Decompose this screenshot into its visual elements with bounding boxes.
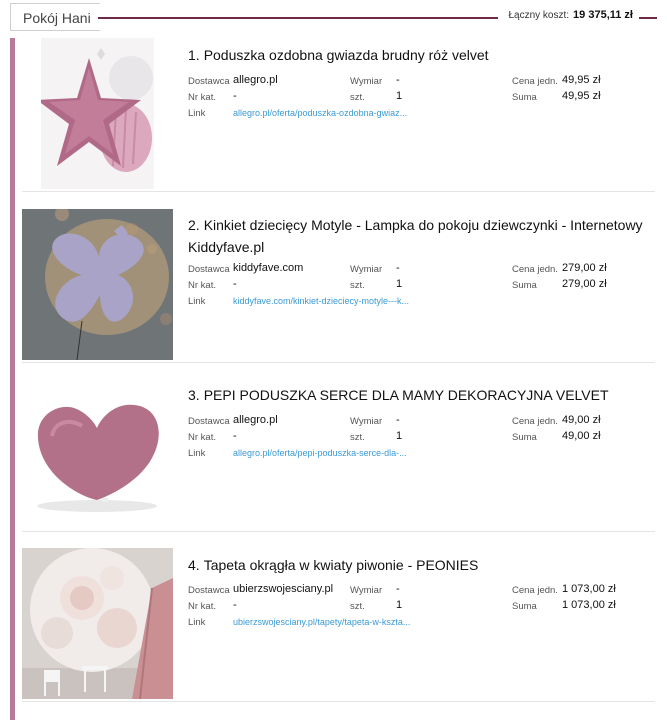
catalog-value: - xyxy=(233,430,237,442)
link-label: Link xyxy=(188,617,206,628)
qty-value: 1 xyxy=(396,599,403,611)
qty-label: szt. xyxy=(350,92,365,103)
sum-label: Suma xyxy=(512,92,537,103)
qty-label: szt. xyxy=(350,432,365,443)
product-link[interactable]: allegro.pl/oferta/poduszka-ozdobna-gwiaz… xyxy=(233,108,407,118)
product-link[interactable]: allegro.pl/oferta/pepi-poduszka-serce-dl… xyxy=(233,448,407,458)
catalog-label: Nr kat. xyxy=(188,92,216,103)
dimension-label: Wymiar xyxy=(350,264,383,275)
supplier-value: allegro.pl xyxy=(233,414,278,426)
unit-price-value: 49,95 zł xyxy=(562,74,601,86)
product-link[interactable]: ubierzswojesciany.pl/tapety/tapeta-w-ksz… xyxy=(233,617,410,627)
sum-value: 49,00 zł xyxy=(562,430,601,442)
list-item: 4. Tapeta okrągła w kwiaty piwonie - PEON… xyxy=(22,548,655,702)
dimension-value: - xyxy=(396,74,400,86)
link-label: Link xyxy=(188,448,206,459)
unit-price-label: Cena jedn. xyxy=(512,585,558,596)
list-item: 3. PEPI PODUSZKA SERCE DLA MAMY DEKORACYJ… xyxy=(22,378,655,532)
dimension-label: Wymiar xyxy=(350,416,383,427)
dimension-value: - xyxy=(396,262,400,274)
supplier-value: allegro.pl xyxy=(233,74,278,86)
dimension-label: Wymiar xyxy=(350,585,383,596)
product-image xyxy=(41,38,154,189)
catalog-label: Nr kat. xyxy=(188,601,216,612)
qty-value: 1 xyxy=(396,278,403,290)
sum-value: 279,00 zł xyxy=(562,278,607,290)
qty-label: szt. xyxy=(350,280,365,291)
section-tab: Pokój Hani xyxy=(10,3,100,31)
product-image xyxy=(22,378,173,529)
dimension-value: - xyxy=(396,414,400,426)
supplier-label: Dostawca xyxy=(188,585,230,596)
link-label: Link xyxy=(188,108,206,119)
supplier-label: Dostawca xyxy=(188,416,230,427)
product-image xyxy=(22,209,173,360)
product-image xyxy=(22,548,173,699)
sum-label: Suma xyxy=(512,432,537,443)
section-header: Pokój Hani Łączny koszt: 19 375,11 zł xyxy=(10,3,657,31)
list-item: 1. Poduszka ozdobna gwiazda brudny róż ve… xyxy=(22,38,655,192)
qty-value: 1 xyxy=(396,90,403,102)
total-cost-value: 19 375,11 zł xyxy=(573,9,633,21)
item-title: 4. Tapeta okrągła w kwiaty piwonie - PEON… xyxy=(188,557,479,573)
list-item: 2. Kinkiet dziecięcy Motyle - Lampka do p… xyxy=(22,209,655,363)
qty-value: 1 xyxy=(396,430,403,442)
sum-value: 1 073,00 zł xyxy=(562,599,616,611)
unit-price-value: 279,00 zł xyxy=(562,262,607,274)
unit-price-label: Cena jedn. xyxy=(512,264,558,275)
sum-label: Suma xyxy=(512,280,537,291)
supplier-label: Dostawca xyxy=(188,76,230,87)
unit-price-value: 1 073,00 zł xyxy=(562,583,616,595)
catalog-value: - xyxy=(233,599,237,611)
link-label: Link xyxy=(188,296,206,307)
supplier-value: ubierzswojesciany.pl xyxy=(233,583,334,595)
supplier-label: Dostawca xyxy=(188,264,230,275)
item-title: 3. PEPI PODUSZKA SERCE DLA MAMY DEKORACYJ… xyxy=(188,387,609,403)
section-title: Pokój Hani xyxy=(23,10,91,26)
catalog-value: - xyxy=(233,278,237,290)
unit-price-label: Cena jedn. xyxy=(512,416,558,427)
sum-label: Suma xyxy=(512,601,537,612)
unit-price-label: Cena jedn. xyxy=(512,76,558,87)
section-sidebar-bar xyxy=(10,38,15,720)
unit-price-value: 49,00 zł xyxy=(562,414,601,426)
catalog-label: Nr kat. xyxy=(188,432,216,443)
catalog-label: Nr kat. xyxy=(188,280,216,291)
total-cost-label: Łączny koszt: xyxy=(508,10,570,21)
dimension-label: Wymiar xyxy=(350,76,383,87)
total-cost: Łączny koszt: 19 375,11 zł xyxy=(498,7,639,23)
item-title: 1. Poduszka ozdobna gwiazda brudny róż ve… xyxy=(188,47,489,63)
catalog-value: - xyxy=(233,90,237,102)
qty-label: szt. xyxy=(350,601,365,612)
item-title: 2. Kinkiet dziecięcy Motyle - Lampka do p… xyxy=(188,217,643,255)
supplier-value: kiddyfave.com xyxy=(233,262,304,274)
product-link[interactable]: kiddyfave.com/kinkiet-dzieciecy-motyle--… xyxy=(233,296,409,306)
dimension-value: - xyxy=(396,583,400,595)
sum-value: 49,95 zł xyxy=(562,90,601,102)
